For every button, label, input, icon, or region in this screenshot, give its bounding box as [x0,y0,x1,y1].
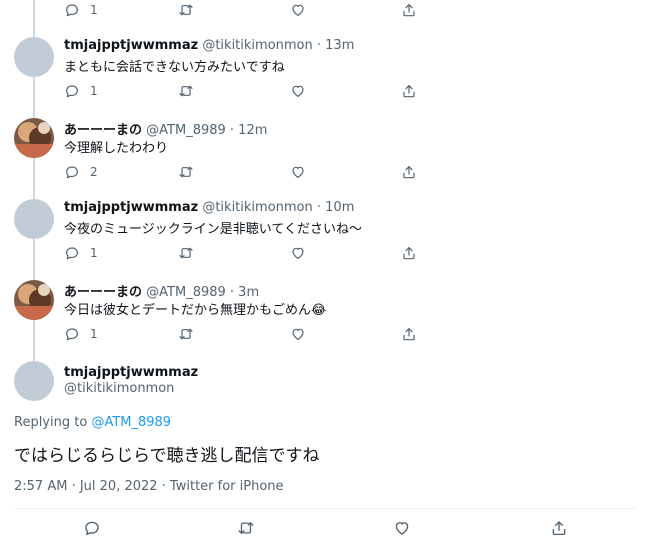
like-button[interactable] [290,0,306,20]
tweet-text: まともに会話できない方みたいですね [64,60,285,75]
share-icon [403,328,415,341]
thread-line [33,239,35,280]
retweet-button[interactable] [178,324,194,344]
retweet-icon [179,85,193,97]
tweet-timestamp[interactable]: 2:57 AM · Jul 20, 2022 · Twitter for iPh… [14,479,284,494]
thread-line [33,77,35,118]
share-button[interactable] [401,81,417,101]
share-button[interactable] [550,518,568,538]
avatar[interactable] [14,199,54,239]
retweet-button[interactable] [178,81,194,101]
tweet-text: 今日は彼女とデートだから無理かもごめん😂 [64,303,327,318]
like-button[interactable] [290,81,306,101]
reply-icon [85,521,99,536]
tweet-time[interactable]: · 12m [230,123,267,138]
like-icon [292,166,304,178]
share-button[interactable] [401,324,417,344]
display-name[interactable]: tmjajpptjwwmmaz [64,38,198,53]
display-name[interactable]: tmjajpptjwwmmaz [64,365,198,380]
share-button[interactable] [401,162,417,182]
tweet-actions: 1 [64,81,424,101]
tweet-header: tmjajpptjwwmmaz @tikitikimonmon · 13m [64,38,354,53]
user-handle[interactable]: @tikitikimonmon [202,200,312,215]
retweet-icon [179,166,193,178]
thread-line [33,158,35,199]
reply-count: 1 [90,246,98,260]
thread-line [33,320,35,361]
tweet-text: 今理解したわわり [64,141,169,156]
display-name[interactable]: あーーーまの [64,285,142,300]
user-handle[interactable]: @tikitikimonmon [202,38,312,53]
display-name[interactable]: tmjajpptjwwmmaz [64,200,198,215]
reply-button[interactable]: 1 [64,243,98,263]
replying-to-link[interactable]: @ATM_8989 [91,415,171,430]
retweet-button[interactable] [178,243,194,263]
avatar[interactable] [14,37,54,77]
share-icon [552,521,566,536]
share-icon [403,85,415,98]
reply-icon [66,4,78,17]
replying-to: Replying to @ATM_8989 [14,415,171,430]
like-button[interactable] [290,243,306,263]
reply-button[interactable]: 1 [64,0,98,20]
display-name[interactable]: あーーーまの [64,123,142,138]
divider [14,508,636,509]
reply-count: 1 [90,3,98,17]
tweet-actions [80,518,580,538]
tweet-actions: 1 [64,243,424,263]
thread-line [33,0,35,37]
avatar[interactable] [14,280,54,320]
retweet-icon [179,328,193,340]
user-handle[interactable]: @tikitikimonmon [64,381,174,396]
retweet-button[interactable] [237,518,255,538]
tweet-actions: 2 [64,162,424,182]
avatar-photo [14,118,54,158]
user-handle[interactable]: @ATM_8989 [146,285,226,300]
tweet-header: tmjajpptjwwmmaz @tikitikimonmon · 10m [64,200,354,215]
like-button[interactable] [393,518,411,538]
like-icon [292,85,304,97]
reply-button[interactable]: 1 [64,81,98,101]
like-button[interactable] [290,162,306,182]
retweet-button[interactable] [178,162,194,182]
avatar[interactable] [14,361,54,401]
share-icon [403,166,415,179]
like-icon [292,247,304,259]
avatar-photo [14,280,54,320]
reply-button[interactable]: 1 [64,324,98,344]
share-button[interactable] [401,0,417,20]
user-handle[interactable]: @ATM_8989 [146,123,226,138]
share-icon [403,4,415,17]
reply-icon [66,328,78,341]
reply-count: 1 [90,327,98,341]
like-button[interactable] [290,324,306,344]
tweet-time[interactable]: · 10m [317,200,354,215]
reply-icon [66,247,78,260]
tweet-header: あーーーまの @ATM_8989 · 3m [64,281,259,300]
tweet-text: 今夜のミュージックライン是非聴いてくださいね〜 [64,222,362,237]
tweet-text: ではらじるらじらで聴き逃し配信ですね [14,446,320,466]
retweet-button[interactable] [178,0,194,20]
tweet-actions: 1 [64,324,424,344]
retweet-icon [238,522,254,534]
tweet-actions: 1 [64,0,424,20]
replying-to-label: Replying to [14,415,92,430]
avatar[interactable] [14,118,54,158]
reply-button[interactable] [83,518,101,538]
reply-button[interactable]: 2 [64,162,98,182]
share-button[interactable] [401,243,417,263]
share-icon [403,247,415,260]
retweet-icon [179,4,193,16]
reply-icon [66,85,78,98]
like-icon [292,328,304,340]
tweet-time[interactable]: · 13m [317,38,354,53]
reply-count: 2 [90,165,98,179]
tweet-time[interactable]: · 3m [230,285,259,300]
like-icon [395,522,409,535]
like-icon [292,4,304,16]
tweet-header: あーーーまの @ATM_8989 · 12m [64,119,267,138]
retweet-icon [179,247,193,259]
reply-icon [66,166,78,179]
reply-count: 1 [90,84,98,98]
